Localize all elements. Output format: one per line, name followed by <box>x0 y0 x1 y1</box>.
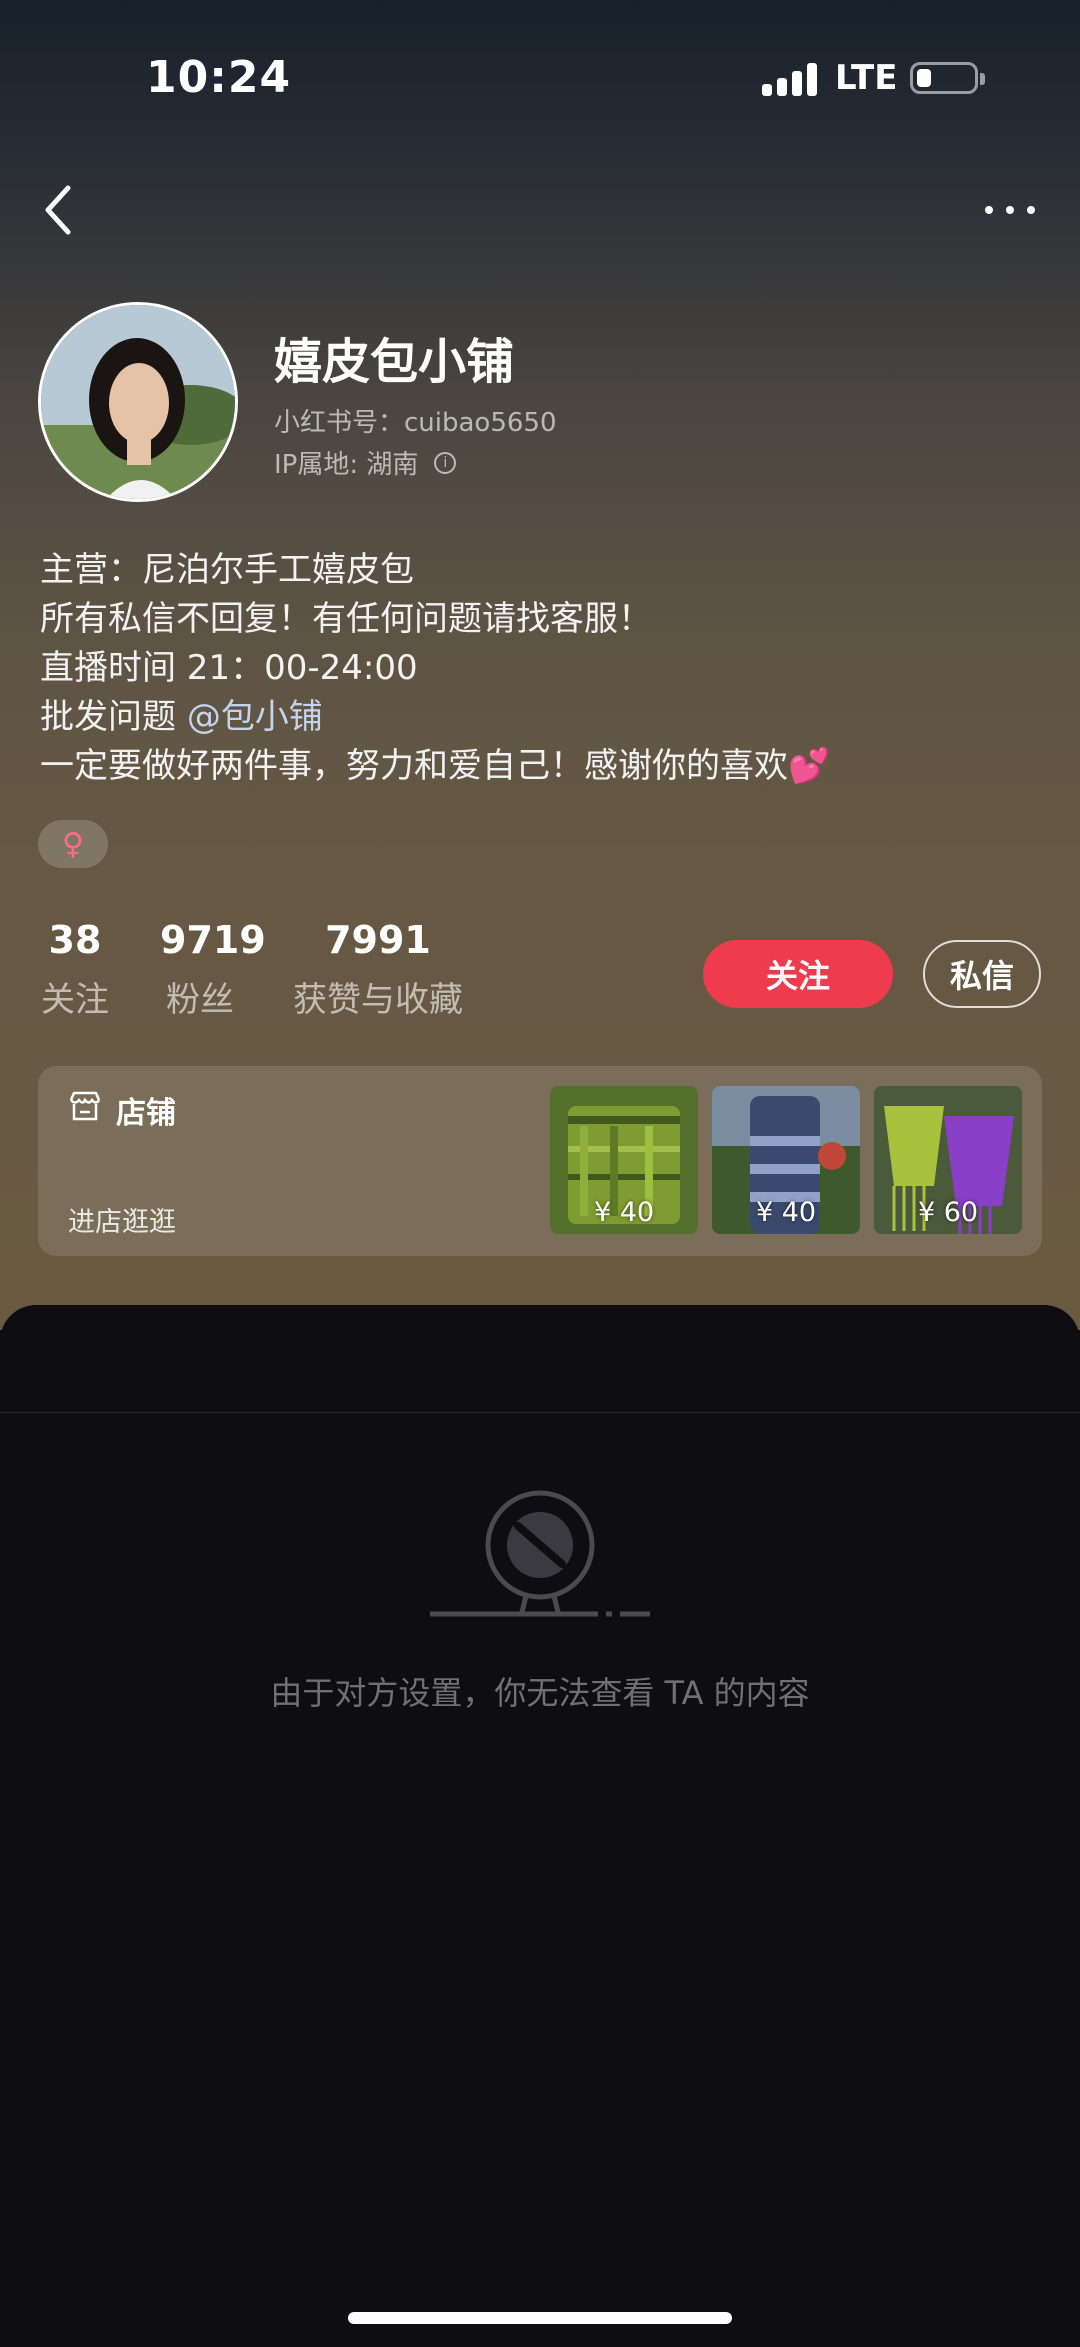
ip-location: IP属地: 湖南 i <box>274 444 457 481</box>
bio-text: 批发问题 <box>40 697 176 737</box>
status-time: 10:24 <box>146 52 292 103</box>
network-label: LTE <box>835 58 898 98</box>
mention-link[interactable]: @包小铺 <box>187 697 323 737</box>
follow-button[interactable]: 关注 <box>703 940 893 1008</box>
stat-value: 38 <box>48 918 102 962</box>
product-thumbnail[interactable]: ¥ 40 <box>712 1086 860 1234</box>
shop-enter-link[interactable]: 进店逛逛 <box>68 1200 176 1239</box>
avatar[interactable] <box>38 302 238 502</box>
product-price: ¥ 40 <box>755 1197 817 1228</box>
content-sheet <box>0 1305 1080 2347</box>
stat-value: 7991 <box>325 918 431 962</box>
profile-name: 嬉皮包小铺 <box>274 334 515 390</box>
stat-label: 粉丝 <box>166 980 234 1020</box>
bio-line: 一定要做好两件事，努力和爱自己！感谢你的喜欢💕 <box>40 742 830 791</box>
bio: 主营：尼泊尔手工嬉皮包 所有私信不回复！有任何问题请找客服！ 直播时间 21：0… <box>40 546 830 791</box>
ip-location-text: IP属地: 湖南 <box>274 450 419 480</box>
stat-label: 获赞与收藏 <box>293 980 463 1020</box>
divider <box>0 1412 1080 1413</box>
shop-icon <box>68 1090 102 1130</box>
signal-icon <box>762 62 818 96</box>
bio-line: 所有私信不回复！有任何问题请找客服！ <box>40 599 652 639</box>
message-button[interactable]: 私信 <box>923 940 1041 1008</box>
stat-value: 9719 <box>160 918 266 962</box>
product-thumbnail[interactable]: ¥ 40 <box>550 1086 698 1234</box>
battery-low-icon <box>910 62 985 94</box>
gender-badge: ♀ <box>38 820 108 868</box>
info-icon[interactable]: i <box>434 451 457 474</box>
bio-line: 主营：尼泊尔手工嬉皮包 <box>40 550 414 590</box>
shop-header: 店铺 <box>68 1088 176 1132</box>
product-thumbnail[interactable]: ¥ 60 <box>874 1086 1022 1234</box>
stat-label: 关注 <box>41 980 109 1020</box>
stat-likes[interactable]: 7991 获赞与收藏 <box>286 918 470 1021</box>
shop-card[interactable]: 店铺 进店逛逛 ¥ 40 ¥ 40 ¥ 60 <box>38 1066 1042 1256</box>
home-indicator[interactable] <box>348 2312 732 2324</box>
profile-header: 10:24 LTE 嬉皮包小铺 小红书号：cuibao5650 IP属地: 湖南… <box>0 0 1080 1330</box>
blocked-icon <box>430 1490 650 1640</box>
bio-line: 批发问题 @包小铺 <box>40 693 830 742</box>
shop-title: 店铺 <box>116 1096 176 1131</box>
stat-following[interactable]: 38 关注 <box>38 918 112 1021</box>
bio-line: 直播时间 21：00-24:00 <box>40 648 418 688</box>
heart-emoji-icon: 💕 <box>788 746 831 786</box>
more-dots-icon[interactable] <box>980 195 1040 225</box>
chevron-left-icon[interactable] <box>40 180 80 240</box>
stat-followers[interactable]: 9719 粉丝 <box>160 918 266 1021</box>
bio-text: 一定要做好两件事，努力和爱自己！感谢你的喜欢 <box>40 746 788 786</box>
empty-state-message: 由于对方设置，你无法查看 TA 的内容 <box>270 1674 810 1712</box>
red-id: 小红书号：cuibao5650 <box>274 408 557 438</box>
product-price: ¥ 60 <box>917 1197 979 1228</box>
product-price: ¥ 40 <box>593 1197 655 1228</box>
